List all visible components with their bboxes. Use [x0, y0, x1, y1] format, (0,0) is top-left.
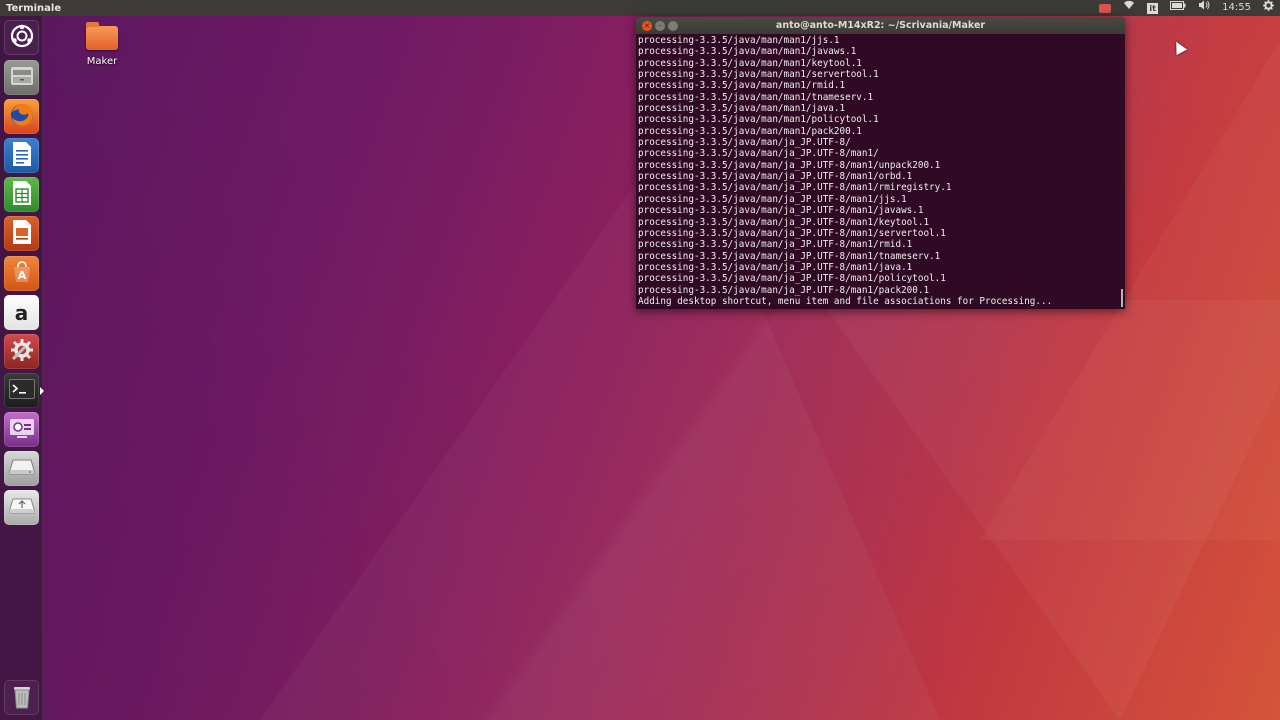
terminal-line: processing-3.3.5/java/man/ja_JP.UTF-8/ma… — [638, 148, 879, 160]
terminal-window[interactable]: × – anto@anto-M14xR2: ~/Scrivania/Maker … — [636, 17, 1125, 309]
drive-icon — [9, 458, 35, 480]
wifi-icon[interactable] — [1123, 0, 1135, 16]
terminal-line: Adding desktop shortcut, menu item and f… — [638, 295, 1053, 307]
launcher-files[interactable] — [4, 60, 39, 95]
mouse-pointer-icon — [1170, 38, 1188, 56]
launcher-usb-drive[interactable] — [4, 490, 39, 525]
terminal-line: processing-3.3.5/java/man/ja_JP.UTF-8/ma… — [638, 227, 946, 239]
svg-text:A: A — [17, 269, 26, 282]
terminal-line: processing-3.3.5/java/man/ja_JP.UTF-8/ma… — [638, 159, 941, 171]
top-panel: Terminale it 14:55 — [0, 0, 1280, 16]
terminal-title: anto@anto-M14xR2: ~/Scrivania/Maker — [775, 20, 986, 31]
minimize-icon: – — [658, 20, 662, 30]
indicator-area: it 14:55 — [1099, 0, 1274, 17]
minimize-button[interactable]: – — [655, 20, 665, 31]
launcher-ubuntu-software[interactable]: A — [4, 256, 39, 291]
system-settings-icon — [9, 337, 35, 367]
terminal-line: processing-3.3.5/java/man/ja_JP.UTF-8/ma… — [638, 205, 924, 217]
launcher-system-settings[interactable] — [4, 334, 39, 369]
clock[interactable]: 14:55 — [1222, 0, 1251, 16]
trash-icon — [11, 683, 33, 713]
terminal-line: processing-3.3.5/java/man/man1/pack200.1 — [638, 125, 862, 137]
ubuntu-logo-icon — [10, 24, 34, 52]
file-cabinet-icon — [10, 65, 34, 91]
launcher-libreoffice-impress[interactable] — [4, 216, 39, 251]
launcher-amazon[interactable]: a — [4, 295, 39, 330]
terminal-icon — [8, 378, 35, 403]
launcher-drive[interactable] — [4, 451, 39, 486]
desktop-folder-maker[interactable]: Maker — [78, 22, 126, 67]
terminal-line: processing-3.3.5/java/man/ja_JP.UTF-8/ma… — [638, 182, 952, 194]
launcher-terminal[interactable] — [4, 373, 44, 408]
libreoffice-writer-icon — [11, 141, 33, 171]
terminal-line: processing-3.3.5/java/man/ja_JP.UTF-8/ — [638, 137, 851, 149]
desktop-icon-label: Maker — [86, 56, 118, 67]
close-button[interactable]: × — [642, 20, 652, 31]
terminal-line: processing-3.3.5/java/man/ja_JP.UTF-8/ma… — [638, 193, 907, 205]
firefox-icon — [9, 102, 35, 132]
terminal-line: processing-3.3.5/java/man/man1/java.1 — [638, 103, 846, 115]
folder-icon — [86, 22, 118, 50]
keyboard-layout-icon[interactable]: it — [1147, 2, 1159, 14]
recording-indicator-icon[interactable] — [1099, 3, 1112, 13]
terminal-titlebar[interactable]: × – anto@anto-M14xR2: ~/Scrivania/Maker — [636, 17, 1125, 34]
terminal-line: processing-3.3.5/java/man/man1/javaws.1 — [638, 46, 857, 58]
terminal-output[interactable]: processing-3.3.5/java/man/man1/jjs.1 proc… — [636, 34, 1125, 307]
amazon-icon: a — [14, 300, 29, 325]
terminal-line: processing-3.3.5/java/man/man1/tnameserv… — [638, 91, 874, 103]
screen-capture-icon — [9, 417, 35, 443]
terminal-line: processing-3.3.5/java/man/man1/keytool.1 — [638, 57, 862, 69]
terminal-line: processing-3.3.5/java/man/ja_JP.UTF-8/ma… — [638, 284, 930, 296]
terminal-line: processing-3.3.5/java/man/man1/policytoo… — [638, 114, 879, 126]
battery-icon[interactable] — [1170, 0, 1186, 16]
maximize-button[interactable] — [668, 20, 678, 31]
session-gear-icon[interactable] — [1263, 0, 1274, 17]
libreoffice-impress-icon — [11, 219, 33, 249]
usb-drive-icon — [9, 497, 35, 519]
terminal-line: processing-3.3.5/java/man/man1/rmid.1 — [638, 80, 846, 92]
terminal-scrollbar[interactable] — [1121, 289, 1123, 307]
close-icon: × — [643, 20, 651, 30]
terminal-line: processing-3.3.5/java/man/ja_JP.UTF-8/ma… — [638, 171, 913, 183]
active-app-title: Terminale — [6, 2, 62, 14]
terminal-line: processing-3.3.5/java/man/man1/servertoo… — [638, 69, 879, 81]
launcher-firefox[interactable] — [4, 99, 39, 134]
terminal-line: processing-3.3.5/java/man/ja_JP.UTF-8/ma… — [638, 273, 946, 285]
volume-icon[interactable] — [1198, 0, 1210, 16]
terminal-line: processing-3.3.5/java/man/ja_JP.UTF-8/ma… — [638, 261, 913, 273]
launcher-libreoffice-calc[interactable] — [4, 177, 39, 212]
launcher-screen-capture[interactable] — [4, 412, 39, 447]
libreoffice-calc-icon — [11, 180, 33, 210]
launcher-dash[interactable] — [4, 20, 39, 55]
wallpaper-facet — [820, 300, 1280, 720]
launcher: A a — [0, 16, 44, 720]
terminal-line: processing-3.3.5/java/man/ja_JP.UTF-8/ma… — [638, 250, 941, 262]
launcher-libreoffice-writer[interactable] — [4, 138, 39, 173]
launcher-trash[interactable] — [4, 680, 39, 715]
ubuntu-software-icon: A — [10, 260, 34, 288]
terminal-line: processing-3.3.5/java/man/ja_JP.UTF-8/ma… — [638, 239, 913, 251]
terminal-line: processing-3.3.5/java/man/ja_JP.UTF-8/ma… — [638, 216, 930, 228]
terminal-line: processing-3.3.5/java/man/man1/jjs.1 — [638, 35, 840, 46]
